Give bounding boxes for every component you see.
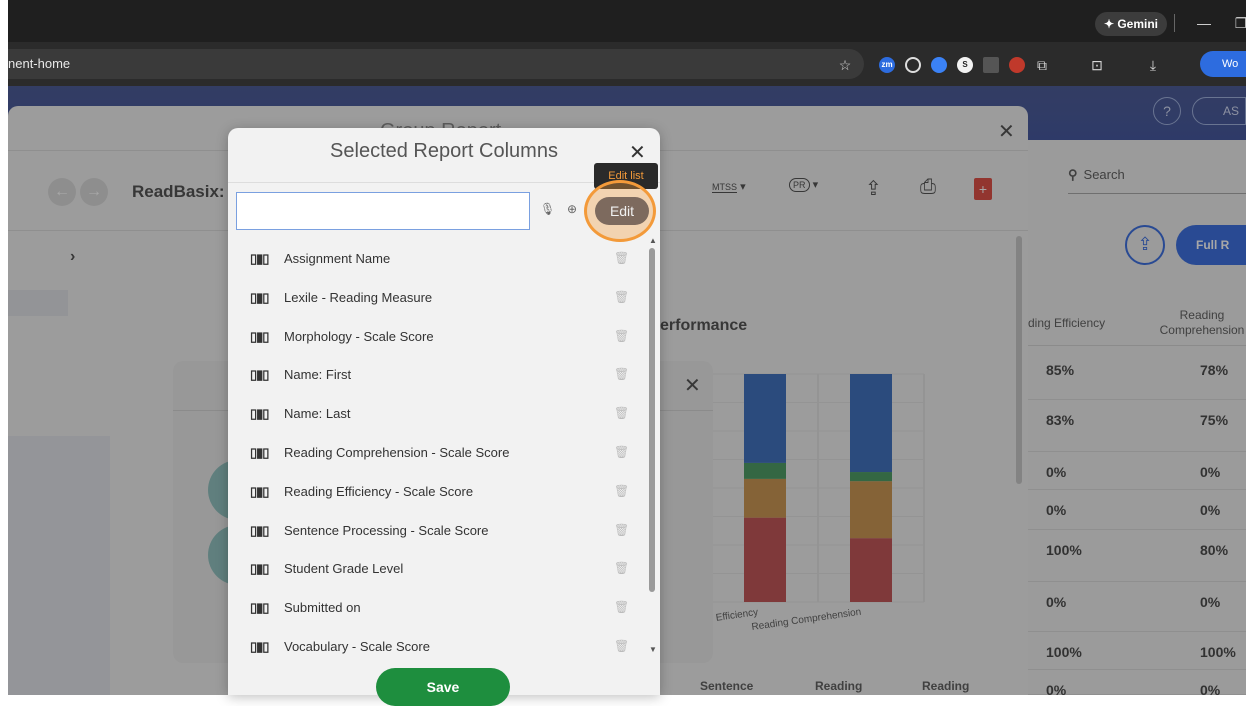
drag-handle-icon[interactable]: ▯▮▯ xyxy=(250,367,269,383)
drag-handle-icon[interactable]: ▯▮▯ xyxy=(250,329,269,345)
column-label: Assignment Name xyxy=(284,251,391,266)
column-list-item[interactable]: ▯▮▯ Name: First 🗑 xyxy=(236,356,646,394)
column-label: Student Grade Level xyxy=(284,561,404,577)
edit-list-button[interactable]: Edit xyxy=(595,197,649,225)
list-scrollbar[interactable] xyxy=(649,248,655,592)
extension-icon[interactable]: S xyxy=(957,57,973,73)
column-search-input[interactable] xyxy=(236,192,530,230)
trash-icon[interactable]: 🗑 xyxy=(614,639,629,653)
column-label: Name: First xyxy=(284,367,352,383)
column-list-item[interactable]: ▯▮▯ Sentence Processing - Scale Score 🗑 xyxy=(236,512,646,550)
trash-icon[interactable]: 🗑 xyxy=(614,445,629,459)
star-icon[interactable]: ☆ xyxy=(836,55,854,75)
drag-handle-icon[interactable]: ▯▮▯ xyxy=(250,406,269,422)
scroll-up-icon[interactable]: ▲ xyxy=(649,236,657,245)
column-list-item[interactable]: ▯▮▯ Submitted on 🗑 xyxy=(236,589,646,627)
column-list-item[interactable]: ▯▮▯ Assignment Name 🗑 xyxy=(236,240,646,278)
address-bar[interactable]: nent-home xyxy=(8,49,864,79)
modal-title: Selected Report Columns xyxy=(330,140,558,162)
gemini-button[interactable]: ✦ Gemini xyxy=(1095,12,1167,36)
close-icon[interactable]: ✕ xyxy=(629,140,646,165)
column-list-item[interactable]: ▯▮▯ Lexile - Reading Measure 🗑 xyxy=(236,279,646,317)
trash-icon[interactable]: 🗑 xyxy=(614,600,629,614)
column-list-item[interactable]: ▯▮▯ Student Grade Level 🗑 xyxy=(236,550,646,588)
microphone-icon[interactable]: 🎙 xyxy=(540,202,555,216)
restore-icon[interactable]: ❐ xyxy=(1232,13,1246,33)
download-icon[interactable]: ⤓ xyxy=(1144,55,1162,75)
column-list-item[interactable]: ▯▮▯ Reading Comprehension - Scale Score 🗑 xyxy=(236,434,646,472)
drag-handle-icon[interactable]: ▯▮▯ xyxy=(250,639,269,655)
minimize-icon[interactable]: — xyxy=(1195,13,1213,33)
column-list-item[interactable]: ▯▮▯ Name: Last 🗑 xyxy=(236,395,646,433)
drag-handle-icon[interactable]: ▯▮▯ xyxy=(250,600,269,616)
trash-icon[interactable]: 🗑 xyxy=(614,561,629,575)
profile-button[interactable]: Wo xyxy=(1200,51,1246,77)
save-button[interactable]: Save xyxy=(376,668,510,706)
trash-icon[interactable]: 🗑 xyxy=(614,523,629,537)
column-label: Morphology - Scale Score xyxy=(284,328,434,344)
extension-icon[interactable] xyxy=(983,57,999,73)
scroll-down-icon[interactable]: ▼ xyxy=(649,645,657,654)
column-label: Lexile - Reading Measure xyxy=(284,289,433,305)
extension-icon[interactable] xyxy=(905,57,921,73)
column-label: Reading Efficiency - Scale Score xyxy=(284,483,474,499)
column-label: Sentence Processing - Scale Score xyxy=(284,522,489,538)
trash-icon[interactable]: 🗑 xyxy=(614,251,629,265)
trash-icon[interactable]: 🗑 xyxy=(614,290,629,304)
zoom-extension-icon[interactable]: zm xyxy=(879,57,895,73)
drag-handle-icon[interactable]: ▯▮▯ xyxy=(250,445,269,461)
column-label: Name: Last xyxy=(284,406,351,422)
drag-handle-icon[interactable]: ▯▮▯ xyxy=(250,290,269,306)
drag-handle-icon[interactable]: ▯▮▯ xyxy=(250,523,269,539)
globe-icon[interactable]: ⊕ xyxy=(567,202,577,216)
column-label: Reading Comprehension - Scale Score xyxy=(284,445,510,460)
drag-handle-icon[interactable]: ▯▮▯ xyxy=(250,561,269,577)
drag-handle-icon[interactable]: ▯▮▯ xyxy=(250,251,269,267)
column-label: Submitted on xyxy=(284,600,361,616)
divider xyxy=(1174,14,1175,32)
drag-handle-icon[interactable]: ▯▮▯ xyxy=(250,484,269,500)
column-list-item[interactable]: ▯▮▯ Reading Efficiency - Scale Score 🗑 xyxy=(236,473,646,511)
trash-icon[interactable]: 🗑 xyxy=(614,406,629,420)
trash-icon[interactable]: 🗑 xyxy=(614,367,629,381)
tab-search-icon[interactable]: ⊡ xyxy=(1088,55,1106,75)
browser-titlebar xyxy=(0,0,1246,42)
extension-icon[interactable] xyxy=(1009,57,1025,73)
trash-icon[interactable]: 🗑 xyxy=(614,329,629,343)
column-list-item[interactable]: ▯▮▯ Vocabulary - Scale Score 🗑 xyxy=(236,628,646,666)
puzzle-icon[interactable]: ⧉ xyxy=(1033,55,1051,75)
column-list-item[interactable]: ▯▮▯ Morphology - Scale Score 🗑 xyxy=(236,318,646,356)
extension-icon[interactable] xyxy=(931,57,947,73)
column-label: Vocabulary - Scale Score xyxy=(284,639,430,654)
trash-icon[interactable]: 🗑 xyxy=(614,484,629,498)
